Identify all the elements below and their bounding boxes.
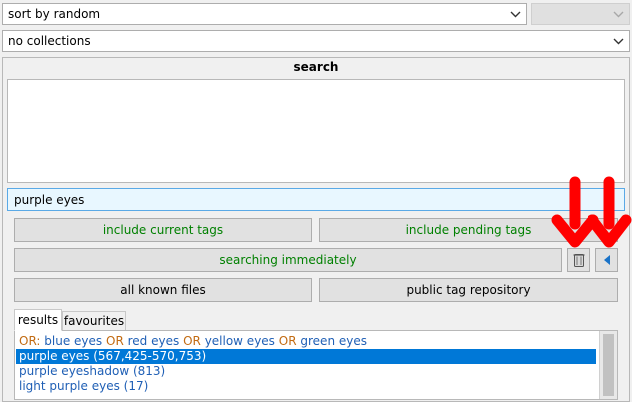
chevron-down-icon <box>510 11 521 18</box>
tab-results[interactable]: results <box>14 309 62 331</box>
list-item-or-predicate[interactable]: OR: blue eyes OR red eyes OR yellow eyes… <box>16 334 596 349</box>
scrollbar-thumb[interactable] <box>603 334 614 396</box>
tag-domain-button[interactable]: public tag repository <box>319 278 618 302</box>
list-item-selected[interactable]: purple eyes (567,425-570,753) <box>16 349 596 364</box>
collections-select[interactable]: no collections <box>2 30 630 52</box>
results-list[interactable]: OR: blue eyes OR red eyes OR yellow eyes… <box>14 330 618 400</box>
list-item[interactable]: purple eyeshadow (813) <box>16 364 596 379</box>
arrow-down-icon <box>588 176 632 248</box>
searching-immediately-label: searching immediately <box>219 253 357 267</box>
file-domain-button[interactable]: all known files <box>14 278 312 302</box>
or-joiner: OR <box>106 334 124 348</box>
results-scrollbar[interactable] <box>599 331 617 399</box>
trash-icon <box>573 253 584 267</box>
include-pending-tags-label: include pending tags <box>405 223 532 237</box>
or-term: yellow eyes <box>204 334 275 348</box>
search-preview-area <box>7 79 625 183</box>
secondary-select[interactable] <box>531 3 630 25</box>
or-joiner: OR <box>183 334 201 348</box>
search-input[interactable] <box>7 188 625 211</box>
list-item-label: purple eyeshadow (813) <box>19 364 166 378</box>
include-current-tags-label: include current tags <box>102 223 224 237</box>
list-item-label: purple eyes (567,425-570,753) <box>19 349 207 363</box>
search-panel-title: search <box>293 60 339 74</box>
tab-results-label: results <box>17 313 59 327</box>
or-joiner: OR <box>278 334 297 348</box>
searching-immediately-button[interactable]: searching immediately <box>14 248 562 272</box>
chevron-down-icon <box>613 11 624 18</box>
include-current-tags-button[interactable]: include current tags <box>14 218 312 242</box>
list-item-label: light purple eyes (17) <box>19 379 149 393</box>
or-prefix: OR: <box>19 334 41 348</box>
triangle-left-icon <box>603 255 610 265</box>
chevron-down-icon <box>613 38 624 45</box>
list-item[interactable]: light purple eyes (17) <box>16 379 596 394</box>
or-term: red eyes <box>127 334 180 348</box>
sort-select-value: sort by random <box>8 7 101 21</box>
sort-select[interactable]: sort by random <box>2 3 527 25</box>
collections-select-value: no collections <box>8 34 91 48</box>
file-domain-label: all known files <box>120 283 206 297</box>
tab-favourites[interactable]: favourites <box>62 311 126 331</box>
or-term: green eyes <box>300 334 367 348</box>
tab-favourites-label: favourites <box>63 314 125 328</box>
or-term: blue eyes <box>44 334 103 348</box>
tag-domain-label: public tag repository <box>406 283 531 297</box>
